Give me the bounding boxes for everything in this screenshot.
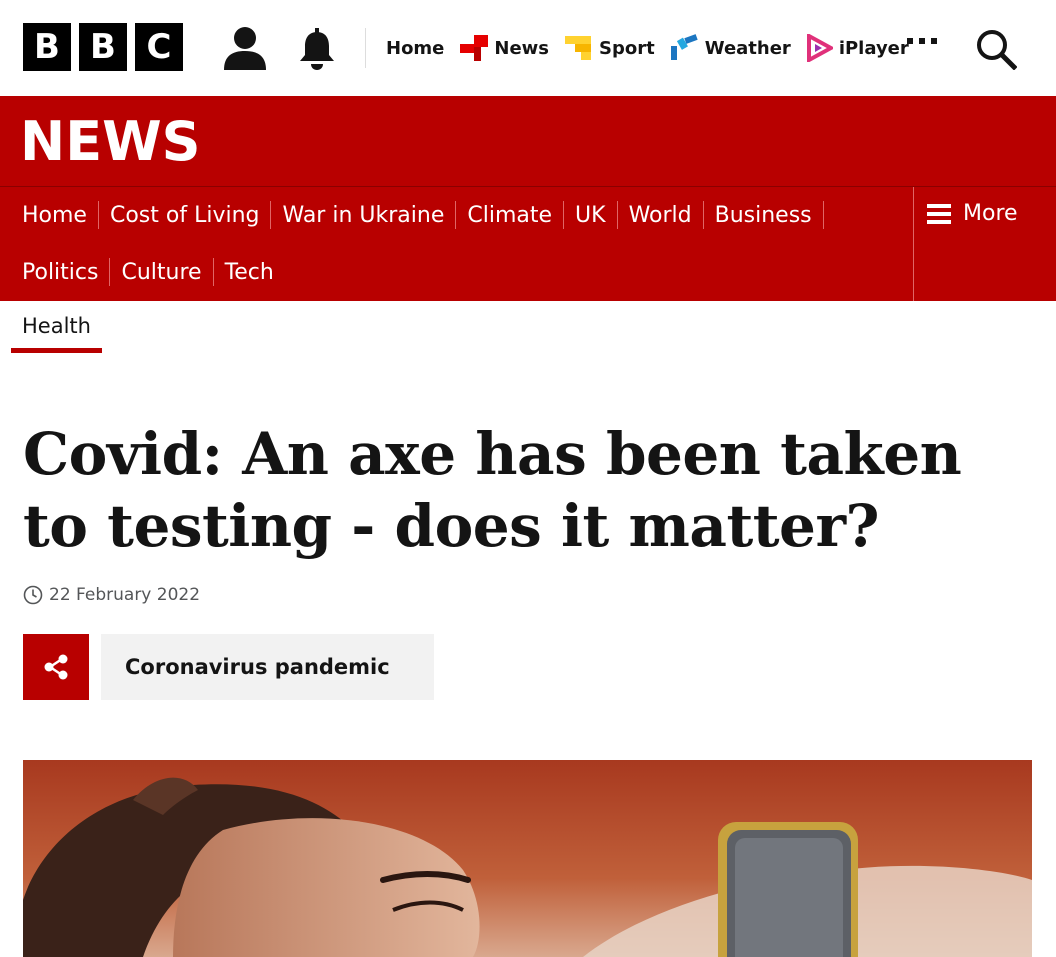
section-nav-tech[interactable]: Tech <box>225 260 274 285</box>
nav-separator <box>212 258 214 286</box>
top-nav-label: Home <box>386 37 445 59</box>
tab-health[interactable]: Health <box>11 310 102 353</box>
section-nav-cost-of-living[interactable]: Cost of Living <box>110 203 260 228</box>
top-nav-label: Weather <box>704 37 791 59</box>
section-nav-culture[interactable]: Culture <box>121 260 201 285</box>
section-nav-politics[interactable]: Politics <box>22 260 98 285</box>
article-timestamp: 22 February 2022 <box>23 585 200 605</box>
section-nav-row: Politics Culture Tech <box>22 258 274 286</box>
notifications-bell-icon[interactable] <box>298 28 336 74</box>
headline-line: to testing - does it matter? <box>23 492 880 560</box>
top-nav-sport[interactable]: Sport <box>565 34 655 62</box>
section-nav-uk[interactable]: UK <box>575 203 606 228</box>
article-headline: Covid: An axe has been taken to testing … <box>23 418 1023 562</box>
iplayer-icon <box>806 34 833 62</box>
nav-separator <box>109 258 111 286</box>
nav-separator <box>270 201 272 229</box>
article-hero-image <box>23 760 1032 957</box>
article-date: 22 February 2022 <box>49 585 201 605</box>
section-nav-business[interactable]: Business <box>715 203 812 228</box>
top-nav-news[interactable]: News <box>460 35 549 61</box>
bbc-masthead: B B C Home News Sport Weather iPlayer <box>0 0 1056 96</box>
bbc-logo[interactable]: B B C <box>23 23 183 71</box>
account-icon[interactable] <box>222 26 268 74</box>
nav-separator <box>616 201 618 229</box>
weather-icon <box>670 34 698 60</box>
news-logo[interactable]: NEWS <box>20 110 201 173</box>
top-nav-label: iPlayer <box>838 37 909 59</box>
topic-tag[interactable]: Coronavirus pandemic <box>101 634 434 700</box>
section-nav-war-in-ukraine[interactable]: War in Ukraine <box>282 203 444 228</box>
more-label: More <box>963 201 1018 226</box>
nav-separator <box>563 201 565 229</box>
top-nav-label: Sport <box>599 37 655 59</box>
bbc-logo-letter: B <box>79 23 127 71</box>
share-icon <box>44 654 68 680</box>
clock-icon <box>23 585 43 605</box>
search-icon[interactable] <box>975 28 1018 74</box>
share-button[interactable] <box>23 634 89 700</box>
top-nav-iplayer[interactable]: iPlayer <box>806 34 909 62</box>
bbc-logo-letter: B <box>23 23 71 71</box>
hamburger-menu-icon <box>927 203 951 224</box>
top-nav-label: News <box>494 37 550 59</box>
hero-photo <box>23 760 1032 957</box>
news-icon <box>460 35 489 61</box>
more-menu-dots-icon[interactable] <box>907 38 937 44</box>
sub-nav: Health <box>11 310 102 353</box>
sport-icon <box>565 36 592 60</box>
nav-separator <box>822 201 824 229</box>
section-nav: Home Cost of Living War in Ukraine Clima… <box>0 186 1056 301</box>
nav-separator <box>702 201 704 229</box>
masthead-divider <box>365 28 366 68</box>
section-nav-climate[interactable]: Climate <box>467 203 552 228</box>
section-nav-world[interactable]: World <box>629 203 692 228</box>
section-nav-row: Home Cost of Living War in Ukraine Clima… <box>22 201 835 229</box>
bbc-top-nav: Home News Sport Weather iPlayer <box>386 0 925 96</box>
headline-line: Covid: An axe has been taken <box>23 420 962 488</box>
topic-label: Coronavirus pandemic <box>125 655 390 679</box>
bbc-logo-letter: C <box>135 23 183 71</box>
section-nav-more-button[interactable]: More <box>913 187 1056 301</box>
section-nav-home[interactable]: Home <box>22 203 87 228</box>
top-nav-home[interactable]: Home <box>386 38 444 59</box>
top-nav-weather[interactable]: Weather <box>670 34 791 62</box>
nav-separator <box>455 201 457 229</box>
news-banner: NEWS <box>0 96 1056 186</box>
nav-separator <box>97 201 99 229</box>
